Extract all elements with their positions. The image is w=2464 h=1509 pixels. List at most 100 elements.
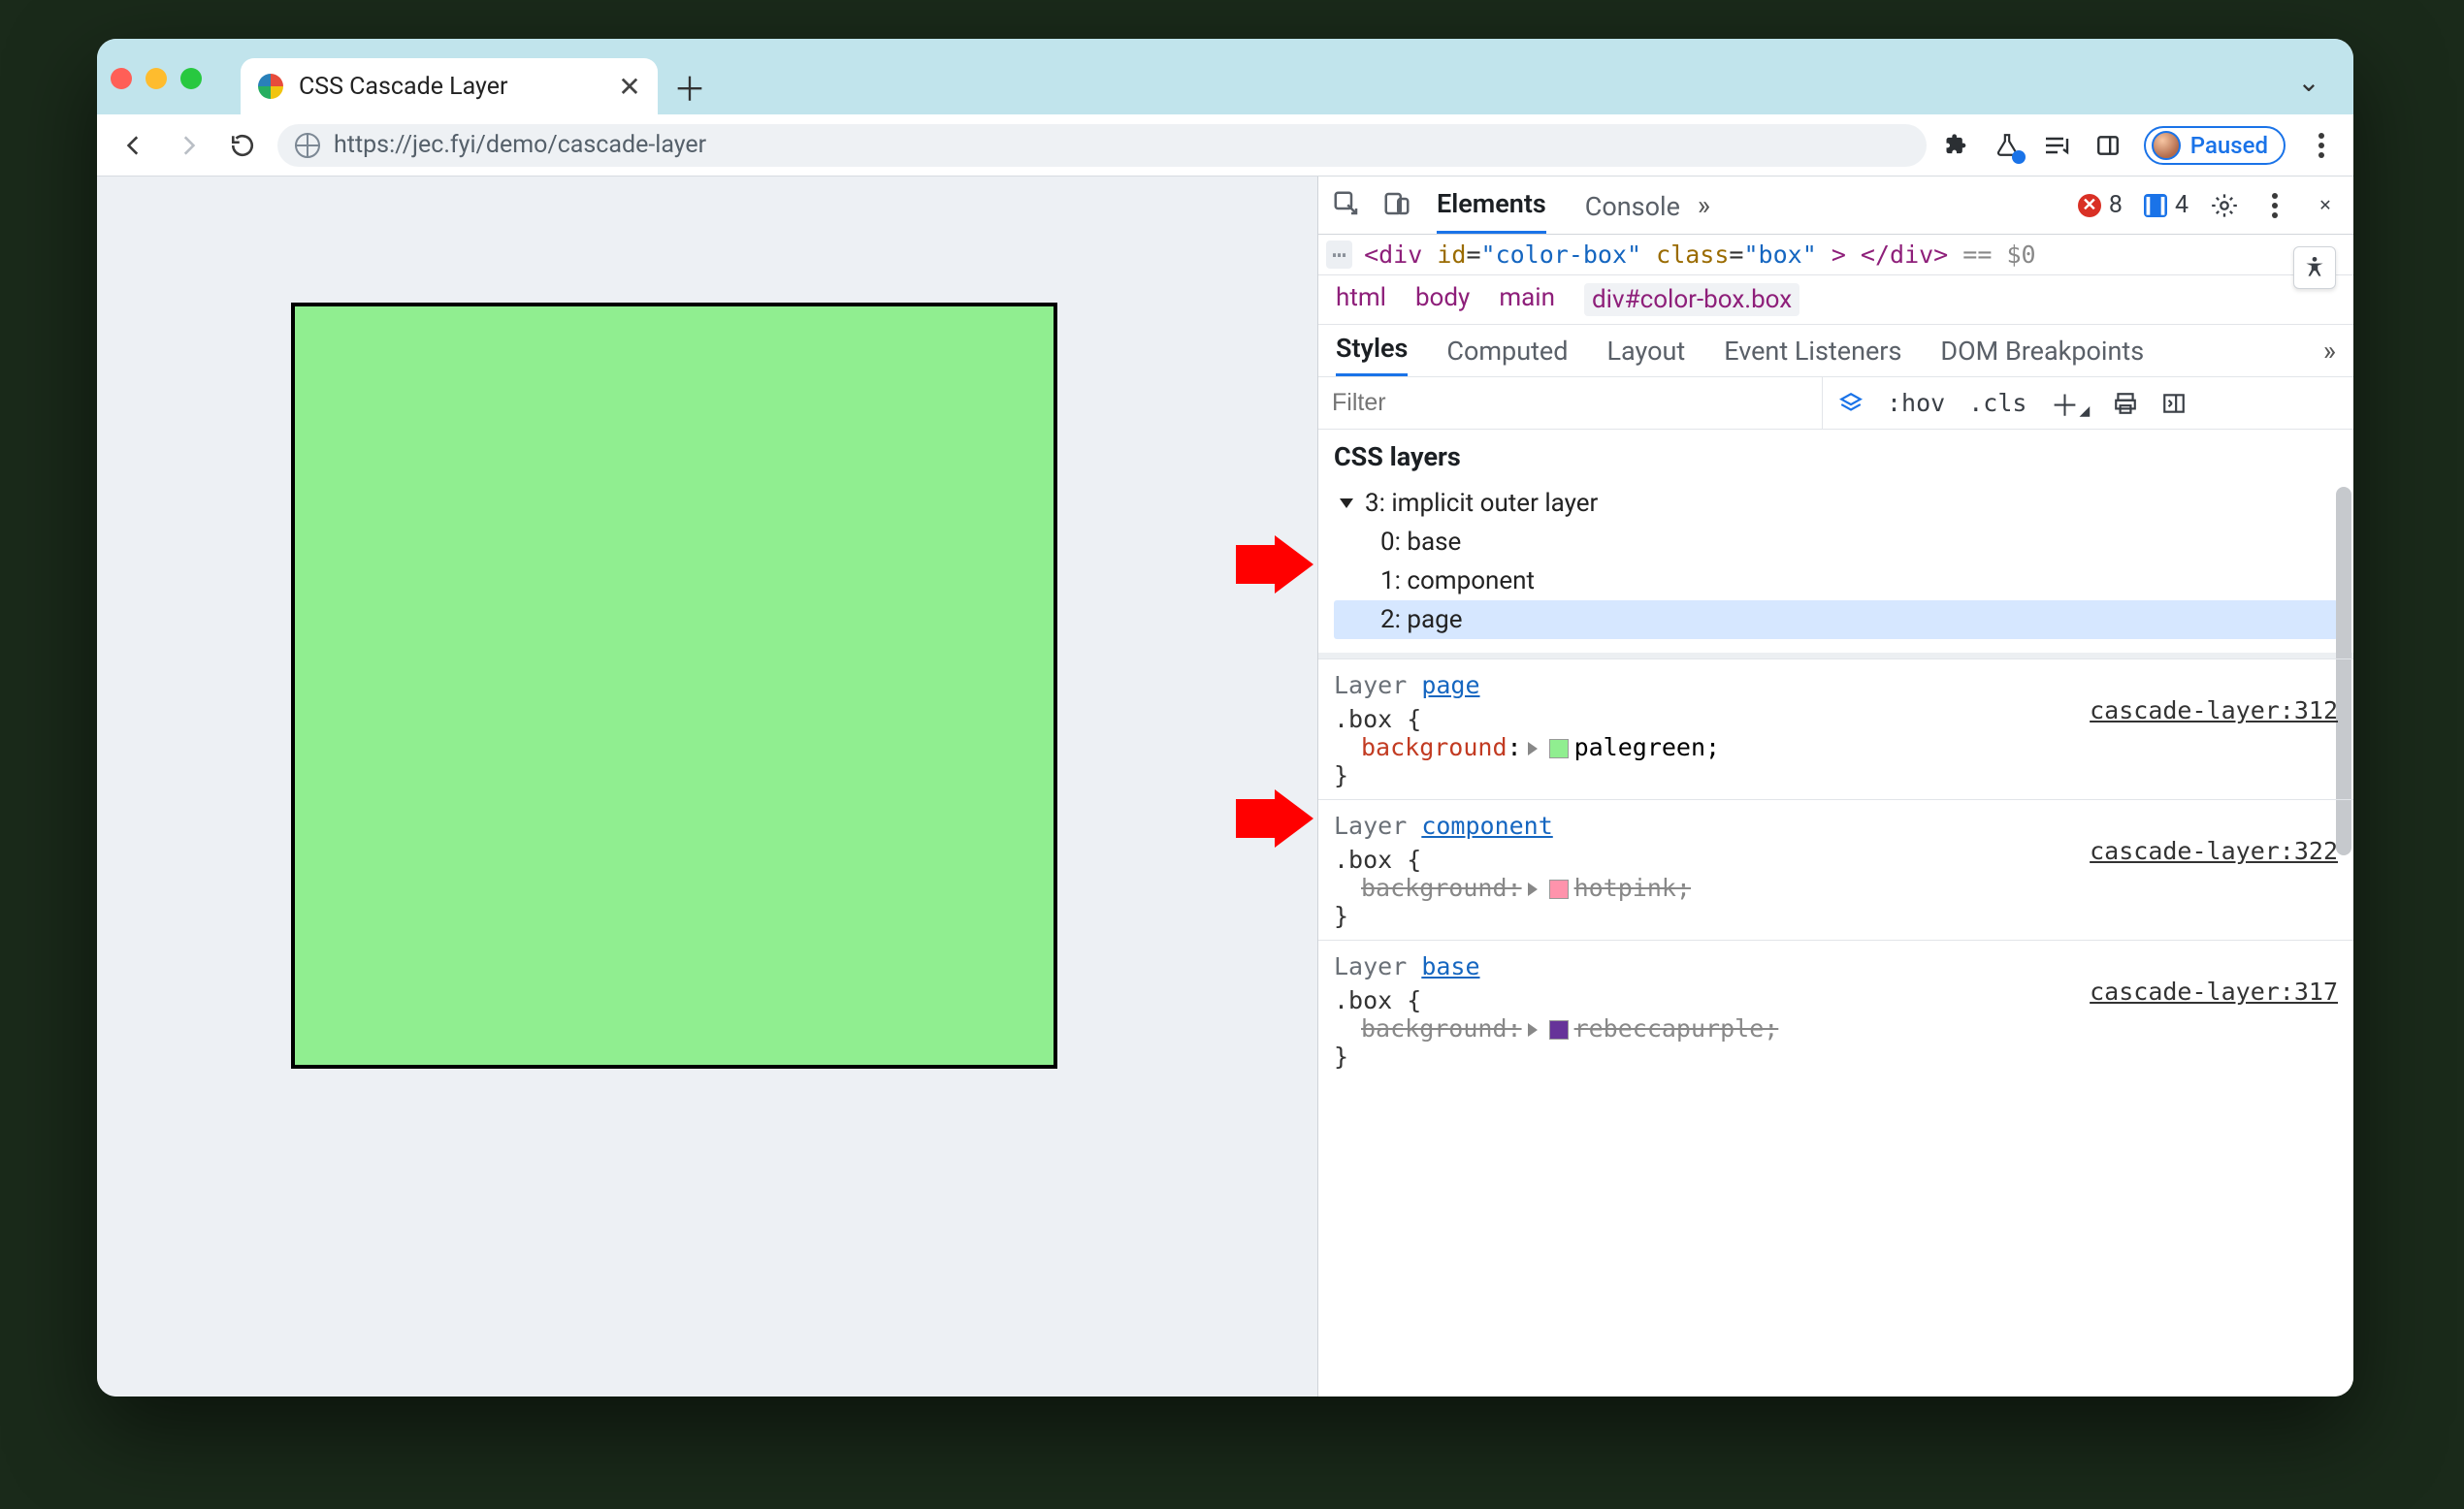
rule-property[interactable]: background:hotpink; (1334, 874, 2338, 902)
devtools-close-button[interactable]: ✕ (2311, 191, 2340, 220)
dom-val: "color-box" (1481, 241, 1642, 269)
browser-tab[interactable]: CSS Cascade Layer ✕ (241, 58, 658, 114)
styles-tab-styles[interactable]: Styles (1336, 333, 1408, 376)
side-panel-icon[interactable] (2093, 131, 2123, 160)
tab-title: CSS Cascade Layer (299, 73, 507, 101)
dom-close: > </div> (1832, 241, 1948, 269)
layer-tree-item-selected[interactable]: 2: page (1334, 600, 2338, 639)
rule-property[interactable]: background:rebeccapurple; (1334, 1014, 2338, 1043)
browser-window: CSS Cascade Layer ✕ ＋ ⌄ https://jec.fyi/… (97, 39, 2353, 1397)
rule-layer-link[interactable]: component (1421, 812, 1552, 840)
reload-button[interactable] (223, 126, 262, 165)
disclosure-triangle-icon[interactable] (1340, 498, 1353, 508)
toolbar-actions: Paused (1942, 126, 2336, 165)
device-toolbar-icon[interactable] (1382, 189, 1411, 222)
new-style-rule-icon[interactable]: ＋◢ (2050, 382, 2090, 425)
crumb[interactable]: main (1499, 283, 1555, 316)
computed-sidebar-icon[interactable] (2161, 391, 2187, 416)
crumb-selected[interactable]: div#color-box.box (1584, 283, 1799, 316)
dom-attr: id (1437, 241, 1466, 269)
style-rule[interactable]: Layer pagecascade-layer:312.box {backgro… (1318, 658, 2353, 799)
styles-tab-event-listeners[interactable]: Event Listeners (1724, 336, 1901, 376)
rule-source-link[interactable]: cascade-layer:317 (2090, 978, 2338, 1006)
styles-tabs: Styles Computed Layout Event Listeners D… (1318, 325, 2353, 377)
experiments-badge-icon (2012, 150, 2026, 164)
css-layers-section: CSS layers 3: implicit outer layer 0: ba… (1318, 430, 2353, 658)
site-info-icon[interactable] (295, 133, 320, 158)
window-zoom-button[interactable] (180, 68, 202, 89)
extensions-icon[interactable] (1942, 131, 1971, 160)
color-swatch-icon[interactable] (1549, 880, 1569, 899)
tab-strip: CSS Cascade Layer ✕ ＋ ⌄ (97, 39, 2353, 114)
tab-overflow-button[interactable]: ⌄ (2286, 58, 2332, 105)
styles-tabs-overflow[interactable]: » (2323, 335, 2336, 376)
color-swatch-icon[interactable] (1549, 1020, 1569, 1040)
layer-tree-root[interactable]: 3: implicit outer layer (1334, 484, 2338, 523)
layer-tree-item[interactable]: 0: base (1334, 523, 2338, 562)
styles-tab-dom-breakpoints[interactable]: DOM Breakpoints (1940, 336, 2144, 376)
window-minimize-button[interactable] (146, 68, 167, 89)
print-media-icon[interactable] (2113, 391, 2138, 416)
devtools-toolbar: Elements Console » ✕ 8 ❙❙ 4 (1318, 177, 2353, 235)
styles-tab-layout[interactable]: Layout (1606, 336, 1685, 376)
styles-filter-input[interactable] (1318, 377, 1823, 429)
experiments-icon[interactable] (1993, 131, 2022, 160)
tab-close-button[interactable]: ✕ (615, 72, 644, 101)
annotation-arrow-icon (1236, 789, 1313, 848)
reading-list-icon[interactable] (2043, 131, 2072, 160)
error-count-value: 8 (2109, 191, 2123, 219)
message-icon: ❙❙ (2144, 194, 2167, 217)
crumb[interactable]: html (1336, 283, 1386, 316)
browser-toolbar: https://jec.fyi/demo/cascade-layer (97, 114, 2353, 177)
back-button[interactable] (114, 126, 153, 165)
rule-close: } (1334, 1043, 2338, 1071)
paused-label: Paused (2190, 132, 2268, 159)
layer-tree-item[interactable]: 1: component (1334, 562, 2338, 600)
annotation-arrow-icon (1236, 535, 1313, 594)
devtools-tab-elements[interactable]: Elements (1437, 188, 1546, 234)
forward-button[interactable] (169, 126, 208, 165)
layers-toggle-icon[interactable] (1838, 391, 1864, 416)
profile-avatar-icon (2152, 131, 2181, 160)
rule-layer-link[interactable]: base (1421, 952, 1479, 980)
message-count[interactable]: ❙❙ 4 (2144, 191, 2188, 219)
css-layers-title: CSS layers (1318, 430, 2353, 484)
dom-attr: class (1656, 241, 1729, 269)
devtools-panel: Elements Console » ✕ 8 ❙❙ 4 (1317, 177, 2353, 1397)
address-bar[interactable]: https://jec.fyi/demo/cascade-layer (277, 124, 1927, 167)
dom-breadcrumb[interactable]: html body main div#color-box.box (1318, 275, 2353, 325)
profile-paused-button[interactable]: Paused (2144, 126, 2286, 165)
window-controls (111, 68, 202, 89)
dom-source-line[interactable]: ⋯ <div id="color-box" class="box" > </di… (1318, 235, 2353, 275)
dom-val: "box" (1743, 241, 1816, 269)
inspect-element-icon[interactable] (1332, 189, 1361, 222)
cls-toggle[interactable]: .cls (1968, 389, 2026, 417)
expand-shorthand-icon[interactable] (1528, 742, 1538, 755)
color-box (291, 303, 1057, 1069)
devtools-menu-button[interactable] (2260, 191, 2289, 220)
accessibility-icon[interactable] (2293, 246, 2336, 289)
dom-ellipsis-icon[interactable]: ⋯ (1326, 241, 1352, 269)
rule-source-link[interactable]: cascade-layer:312 (2090, 696, 2338, 724)
style-rule[interactable]: Layer basecascade-layer:317.box {backgro… (1318, 940, 2353, 1080)
expand-shorthand-icon[interactable] (1528, 1023, 1538, 1037)
hov-toggle[interactable]: :hov (1887, 389, 1945, 417)
rule-close: } (1334, 761, 2338, 789)
devtools-tabs-overflow[interactable]: » (1698, 189, 1710, 221)
rule-layer-link[interactable]: page (1421, 671, 1479, 699)
tab-favicon-icon (258, 74, 283, 99)
styles-tab-computed[interactable]: Computed (1446, 336, 1568, 376)
crumb[interactable]: body (1415, 283, 1470, 316)
browser-menu-button[interactable] (2307, 131, 2336, 160)
style-rule[interactable]: Layer componentcascade-layer:322.box {ba… (1318, 799, 2353, 940)
new-tab-button[interactable]: ＋ (665, 62, 714, 111)
error-count[interactable]: ✕ 8 (2078, 191, 2123, 219)
window-close-button[interactable] (111, 68, 132, 89)
devtools-tab-console[interactable]: Console (1585, 191, 1680, 234)
devtools-settings-icon[interactable] (2210, 191, 2239, 220)
rule-property[interactable]: background:palegreen; (1334, 733, 2338, 761)
color-swatch-icon[interactable] (1549, 739, 1569, 758)
expand-shorthand-icon[interactable] (1528, 883, 1538, 896)
error-icon: ✕ (2078, 194, 2101, 217)
rule-source-link[interactable]: cascade-layer:322 (2090, 837, 2338, 865)
